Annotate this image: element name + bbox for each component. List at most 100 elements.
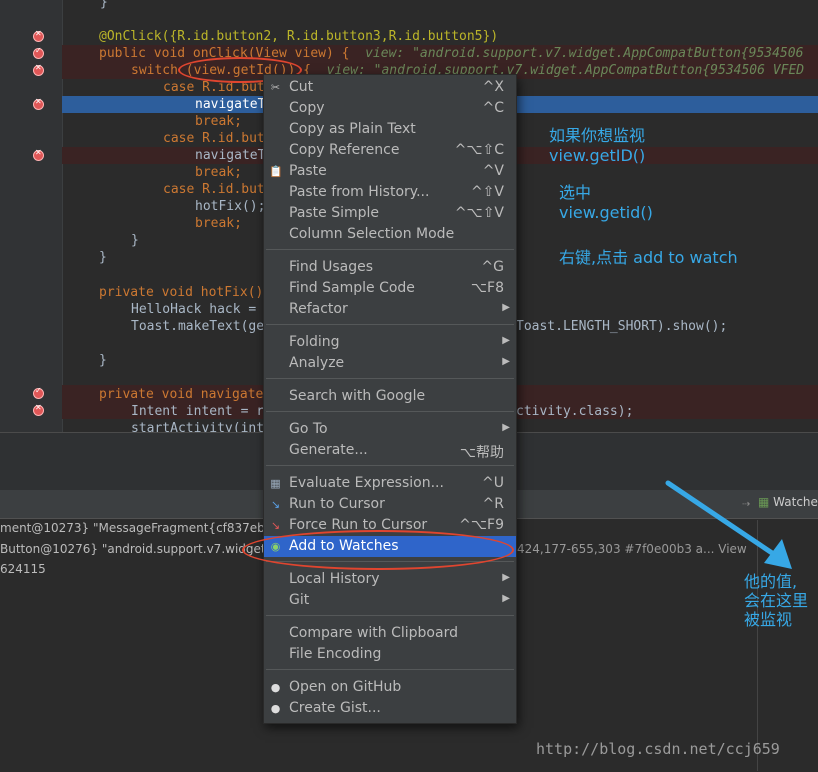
menu-item-label: Paste Simple — [289, 205, 380, 221]
code-line: } — [99, 250, 107, 265]
menu-item-shortcut: ^⌥F9 — [459, 517, 504, 533]
menu-item-shortcut: ^G — [481, 259, 504, 275]
submenu-arrow-icon: ▶ — [502, 422, 510, 433]
menu-item-copy-reference[interactable]: Copy Reference ^⌥⇧C — [264, 140, 516, 161]
menu-item-folding[interactable]: Folding ▶ — [264, 332, 516, 353]
code-line: private void hotFix() — [99, 285, 264, 300]
paste-icon: 📋 — [269, 165, 283, 178]
menu-item-paste-from-history[interactable]: Paste from History... ^⇧V — [264, 182, 516, 203]
menu-item-local-history[interactable]: Local History ▶ — [264, 569, 516, 590]
breakpoint-icon[interactable] — [33, 63, 44, 76]
annotation-note: 会在这里 — [744, 591, 809, 610]
menu-item-run-to-cursor[interactable]: ↘ Run to Cursor ^R — [264, 494, 516, 515]
annotation-note: 如果你想监视 — [549, 126, 646, 145]
menu-separator — [266, 249, 514, 250]
breakpoint-verified-icon[interactable] — [33, 386, 44, 399]
menu-separator — [266, 615, 514, 616]
code-line: startActivity(int — [131, 421, 265, 432]
menu-item-analyze[interactable]: Analyze ▶ — [264, 353, 516, 374]
calculator-icon: ▦ — [270, 477, 281, 490]
menu-separator — [266, 465, 514, 466]
github-icon: ● — [270, 702, 281, 715]
menu-item-label: File Encoding — [289, 646, 382, 662]
menu-item-compare-with-clipboard[interactable]: Compare with Clipboard — [264, 623, 516, 644]
breakpoint-icon[interactable] — [33, 148, 44, 161]
code-line: break; — [195, 216, 242, 231]
menu-item-generate[interactable]: Generate... ⌥帮助 — [264, 440, 516, 461]
code-line: HelloHack hack = — [131, 302, 257, 317]
menu-item-column-selection-mode[interactable]: Column Selection Mode — [264, 224, 516, 245]
menu-item-label: Folding — [289, 334, 340, 350]
menu-item-label: Copy — [289, 100, 325, 116]
annotation-note: view.getID() — [549, 146, 646, 165]
submenu-arrow-icon: ▶ — [502, 335, 510, 346]
code-line: } — [100, 0, 108, 10]
menu-item-label: Generate... — [289, 442, 368, 458]
variable-row[interactable]: Button@10276} "android.support.v7.widget… — [0, 541, 278, 558]
breakpoint-verified-icon[interactable] — [33, 46, 44, 59]
add-to-watches-highlight-ellipse — [242, 530, 514, 570]
code-line-annotation: @OnClick({R.id.button2, R.id.button3,R.i… — [99, 29, 499, 44]
variable-row[interactable]: ment@10273} "MessageFragment{cf837eb #0 — [0, 520, 286, 537]
menu-item-shortcut: ⌥帮助 — [459, 445, 504, 461]
menu-item-paste-simple[interactable]: Paste Simple ^⌥⇧V — [264, 203, 516, 224]
context-menu: ✂ Cut ^X Copy ^C Copy as Plain Text Copy Re… — [263, 74, 517, 724]
menu-item-evaluate-expression[interactable]: ▦ Evaluate Expression... ^U — [264, 473, 516, 494]
watermark: http://blog.csdn.net/ccj659 — [536, 740, 780, 758]
menu-item-label: Cut — [289, 79, 314, 95]
menu-item-open-on-github[interactable]: ● Open on GitHub — [264, 677, 516, 698]
menu-item-find-usages[interactable]: Find Usages ^G — [264, 257, 516, 278]
menu-separator — [266, 378, 514, 379]
menu-item-file-encoding[interactable]: File Encoding — [264, 644, 516, 665]
menu-item-refactor[interactable]: Refactor ▶ — [264, 299, 516, 320]
menu-item-label: Paste from History... — [289, 184, 430, 200]
menu-item-label: Find Usages — [289, 259, 374, 275]
submenu-arrow-icon: ▶ — [502, 593, 510, 604]
menu-item-search-with-google[interactable]: Search with Google — [264, 386, 516, 407]
menu-item-label: Create Gist... — [289, 700, 381, 716]
menu-item-label: Compare with Clipboard — [289, 625, 458, 641]
code-line-tail: ctivity.class); — [516, 404, 634, 419]
menu-item-shortcut: ^C — [482, 100, 504, 116]
menu-item-find-sample-code[interactable]: Find Sample Code ⌥F8 — [264, 278, 516, 299]
annotation-note: view.getid() — [559, 203, 653, 222]
menu-item-create-gist[interactable]: ● Create Gist... — [264, 698, 516, 719]
inline-debug-value: view: "android.support.v7.widget.AppComp… — [365, 46, 804, 61]
menu-item-git[interactable]: Git ▶ — [264, 590, 516, 611]
menu-item-shortcut: ^U — [482, 475, 504, 491]
breakpoint-icon[interactable] — [33, 29, 44, 42]
breakpoint-icon[interactable] — [33, 403, 44, 416]
editor-gutter[interactable] — [0, 0, 63, 432]
annotation-note: 被监视 — [744, 610, 793, 629]
breakpoint-icon[interactable] — [33, 97, 44, 110]
code-line: private void navigate — [99, 387, 264, 402]
menu-separator — [266, 669, 514, 670]
code-line: break; — [195, 165, 242, 180]
menu-item-shortcut: ^R — [482, 496, 504, 512]
menu-separator — [266, 324, 514, 325]
menu-item-label: Evaluate Expression... — [289, 475, 444, 491]
menu-item-label: Run to Cursor — [289, 496, 385, 512]
menu-item-copy[interactable]: Copy ^C — [264, 98, 516, 119]
menu-item-label: Go To — [289, 421, 328, 437]
code-line: } — [99, 353, 107, 368]
menu-item-label: Open on GitHub — [289, 679, 402, 695]
menu-item-go-to[interactable]: Go To ▶ — [264, 419, 516, 440]
annotation-note: 选中 — [559, 183, 592, 202]
menu-item-shortcut: ^X — [482, 79, 504, 95]
menu-item-cut[interactable]: ✂ Cut ^X — [264, 77, 516, 98]
menu-item-label: Column Selection Mode — [289, 226, 455, 242]
submenu-arrow-icon: ▶ — [502, 302, 510, 313]
code-line: Intent intent = r — [131, 404, 265, 419]
github-icon: ● — [270, 681, 281, 694]
menu-item-label: Copy as Plain Text — [289, 121, 416, 137]
annotation-arrow-icon — [665, 480, 792, 569]
variable-row[interactable]: 624115 — [0, 561, 46, 578]
menu-item-copy-plain-text[interactable]: Copy as Plain Text — [264, 119, 516, 140]
menu-separator — [266, 411, 514, 412]
scissors-icon: ✂ — [270, 81, 281, 94]
code-line: break; — [195, 114, 242, 129]
code-line: hotFix(); — [195, 199, 266, 214]
menu-item-paste[interactable]: 📋 Paste ^V — [264, 161, 516, 182]
menu-item-label: Local History — [289, 571, 380, 587]
